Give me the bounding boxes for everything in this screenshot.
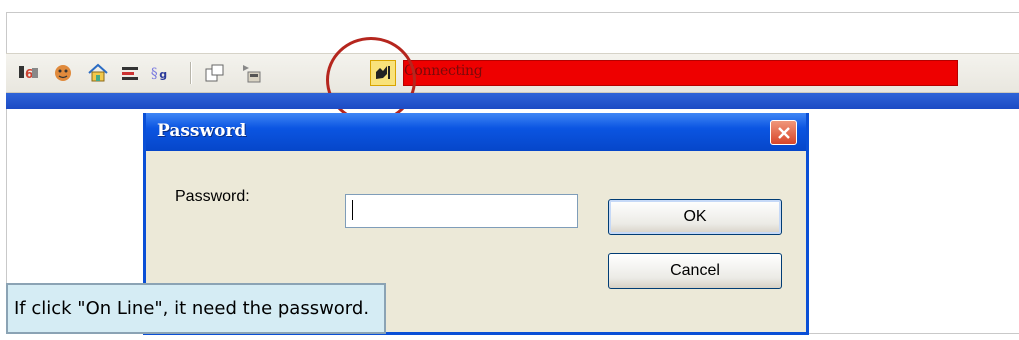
io-tags-icon[interactable]: 6 xyxy=(18,62,40,84)
password-input[interactable] xyxy=(345,194,578,228)
svg-text:g: g xyxy=(159,68,167,81)
svg-text:§: § xyxy=(151,66,158,82)
title-strip xyxy=(6,93,1019,109)
highlight-circle xyxy=(326,37,416,123)
cancel-button[interactable]: Cancel xyxy=(608,253,782,289)
toolbar-separator xyxy=(190,62,192,84)
connection-status-bar xyxy=(403,60,958,86)
ok-button[interactable]: OK xyxy=(608,199,782,235)
text-caret xyxy=(352,200,353,220)
annotation-callout: If click "On Line", it need the password… xyxy=(6,283,386,334)
home-icon[interactable] xyxy=(87,62,109,84)
face-icon[interactable] xyxy=(52,62,74,84)
close-button[interactable] xyxy=(770,120,797,145)
dialog-title: Password xyxy=(157,121,247,141)
callout-text: If click "On Line", it need the password… xyxy=(14,298,370,319)
download-icon[interactable] xyxy=(240,62,262,84)
monitor-icon[interactable] xyxy=(120,62,142,84)
close-icon xyxy=(777,126,790,139)
dialog-title-bar[interactable]: Password xyxy=(146,113,806,151)
layout-icon[interactable] xyxy=(204,62,226,84)
script-icon[interactable]: § g xyxy=(150,62,172,84)
password-label: Password: xyxy=(175,188,250,205)
